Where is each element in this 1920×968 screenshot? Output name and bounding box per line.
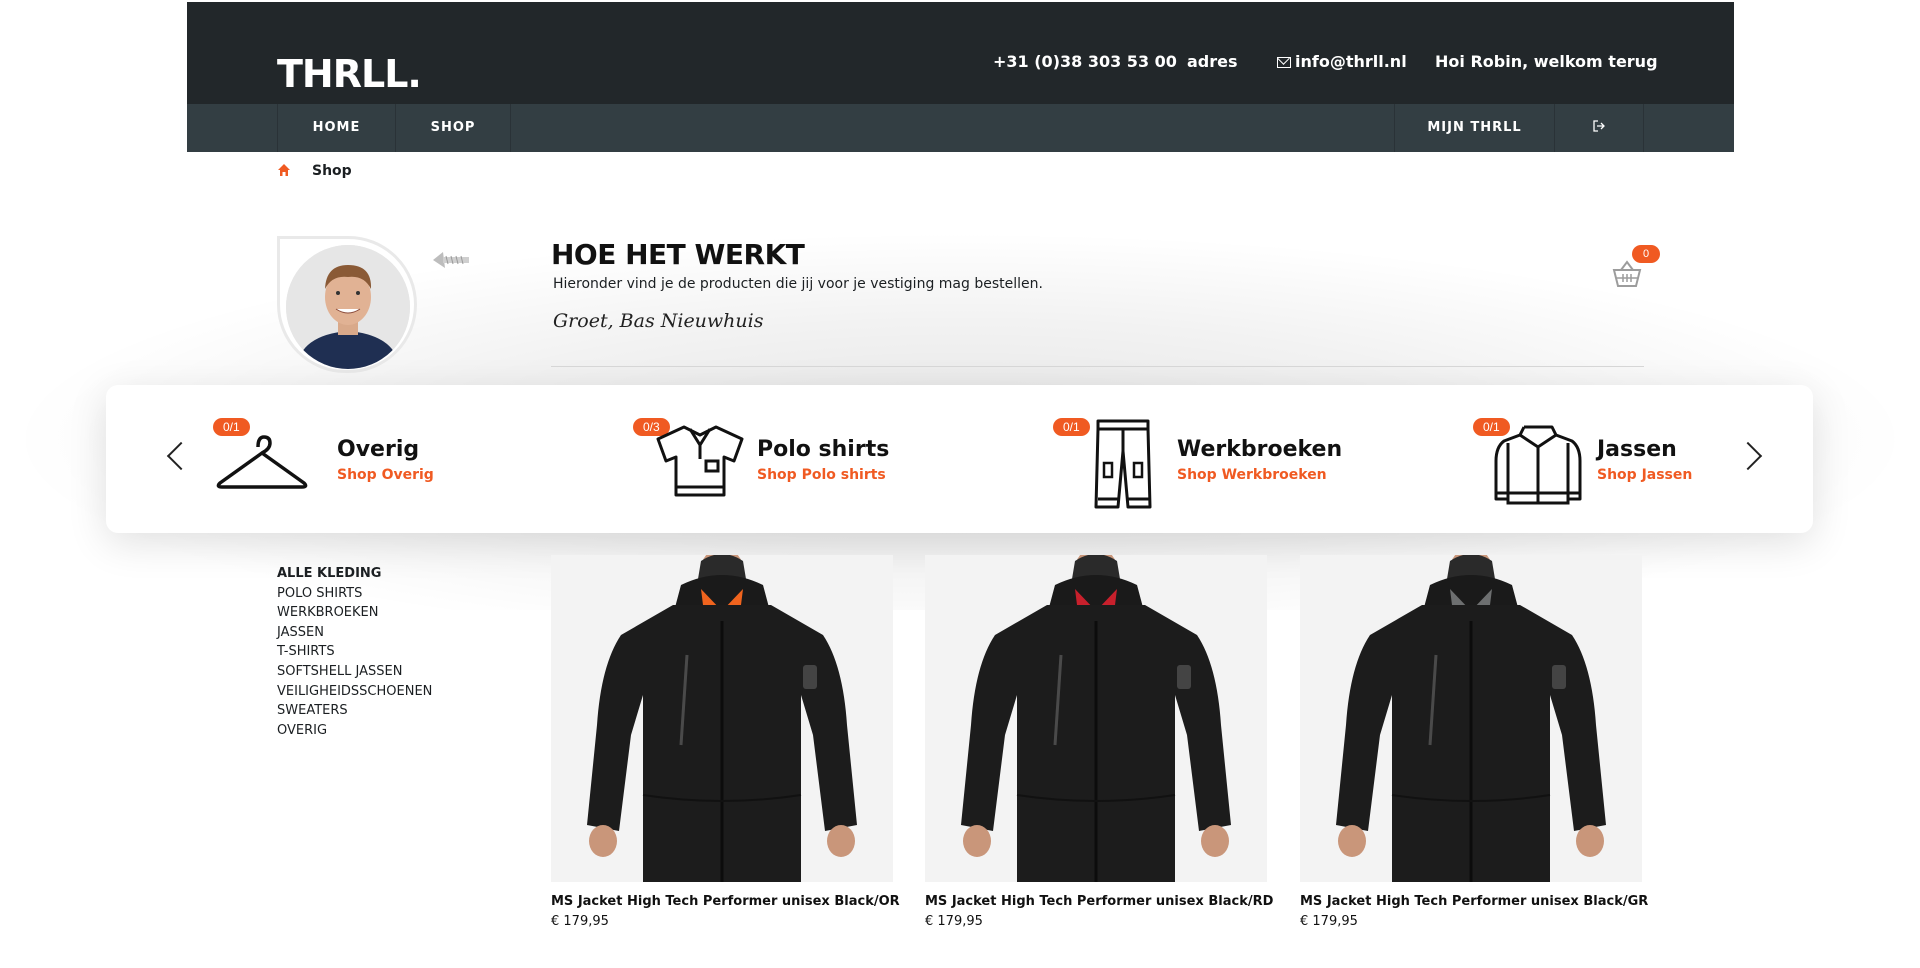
top-header: THRLL. +31 (0)38 303 53 00 adres info@th… xyxy=(187,2,1734,104)
product-name[interactable]: MS Jacket High Tech Performer unisex Bla… xyxy=(551,894,900,909)
nav-shop[interactable]: SHOP xyxy=(395,104,511,152)
product-image[interactable] xyxy=(1300,555,1642,882)
product-card[interactable]: MS Jacket High Tech Performer unisex Bla… xyxy=(551,555,900,929)
filter-item-t-shirts[interactable]: T-SHIRTS xyxy=(277,642,432,662)
category-shop-link[interactable]: Shop Werkbroeken xyxy=(1177,467,1327,483)
category-carousel: 0/1 Overig Shop Overig 0/3 Polo shirts S… xyxy=(106,385,1813,533)
cart-count-badge: 0 xyxy=(1632,245,1660,263)
address-link[interactable]: adres xyxy=(1187,52,1238,71)
avatar xyxy=(286,245,410,369)
signature: Groet, Bas Nieuwhuis xyxy=(553,310,764,332)
nav-home[interactable]: HOME xyxy=(277,104,395,152)
carousel-prev-button[interactable] xyxy=(161,438,196,478)
product-price: € 179,95 xyxy=(551,914,609,929)
filter-item-polo-shirts[interactable]: POLO SHIRTS xyxy=(277,584,432,604)
filter-item-overig[interactable]: OVERIG xyxy=(277,721,432,741)
screw-icon xyxy=(433,252,469,268)
filter-item-softshell-jassen[interactable]: SOFTSHELL JASSEN xyxy=(277,662,432,682)
category-shop-link[interactable]: Shop Polo shirts xyxy=(757,467,886,483)
breadcrumb-current: Shop xyxy=(312,163,352,179)
logout-button[interactable] xyxy=(1554,104,1644,152)
site-logo[interactable]: THRLL. xyxy=(277,52,422,96)
hanger-icon xyxy=(216,435,308,489)
category-name: Werkbroeken xyxy=(1177,437,1343,462)
category-shop-link[interactable]: Shop Overig xyxy=(337,467,434,483)
logout-icon xyxy=(1593,120,1605,132)
page-subtitle: Hieronder vind je de producten die jij v… xyxy=(553,276,1043,292)
product-price: € 179,95 xyxy=(1300,914,1358,929)
product-price: € 179,95 xyxy=(925,914,983,929)
nav-account[interactable]: MIJN THRLL xyxy=(1394,104,1554,152)
category-name: Overig xyxy=(337,437,420,462)
category-werkbroeken[interactable]: 0/1 Werkbroeken Shop Werkbroeken xyxy=(1036,385,1376,533)
main-nav: HOME SHOP MIJN THRLL xyxy=(187,104,1734,152)
page-title: HOE HET WERKT xyxy=(551,238,805,271)
carousel-next-button[interactable] xyxy=(1733,438,1766,478)
polo-shirt-icon xyxy=(656,425,744,497)
filter-item-sweaters[interactable]: SWEATERS xyxy=(277,701,432,721)
category-name: Polo shirts xyxy=(757,437,890,462)
mail-icon xyxy=(1277,57,1291,68)
product-card[interactable]: MS Jacket High Tech Performer unisex Bla… xyxy=(1300,555,1648,929)
category-shop-link[interactable]: Shop Jassen xyxy=(1597,467,1692,483)
filter-item-werkbroeken[interactable]: WERKBROEKEN xyxy=(277,603,432,623)
chevron-left-icon xyxy=(166,441,196,471)
category-polo-shirts[interactable]: 0/3 Polo shirts Shop Polo shirts xyxy=(616,385,936,533)
trousers-icon xyxy=(1094,419,1152,509)
product-name[interactable]: MS Jacket High Tech Performer unisex Bla… xyxy=(925,894,1273,909)
product-image[interactable] xyxy=(551,555,893,882)
category-count-badge: 0/1 xyxy=(1053,418,1090,436)
divider xyxy=(551,366,1644,367)
category-filter-list: ALLE KLEDING POLO SHIRTS WERKBROEKEN JAS… xyxy=(277,564,432,740)
email-text: info@thrll.nl xyxy=(1295,52,1407,71)
product-image[interactable] xyxy=(925,555,1267,882)
jacket-icon xyxy=(1494,425,1582,505)
filter-item-veiligheidsschoenen[interactable]: VEILIGHEIDSSCHOENEN xyxy=(277,682,432,702)
home-icon[interactable] xyxy=(277,163,291,177)
product-card[interactable]: MS Jacket High Tech Performer unisex Bla… xyxy=(925,555,1273,929)
filter-item-alle-kleding[interactable]: ALLE KLEDING xyxy=(277,564,432,584)
user-greeting: Hoi Robin, welkom terug xyxy=(1435,52,1658,71)
filter-item-jassen[interactable]: JASSEN xyxy=(277,623,432,643)
phone-number[interactable]: +31 (0)38 303 53 00 xyxy=(993,52,1177,71)
category-overig[interactable]: 0/1 Overig Shop Overig xyxy=(196,385,496,533)
category-jassen[interactable]: 0/1 Jassen Shop Jassen xyxy=(1456,385,1756,533)
category-name: Jassen xyxy=(1597,437,1677,462)
email-link[interactable]: info@thrll.nl xyxy=(1277,52,1407,71)
chevron-right-icon xyxy=(1733,441,1763,471)
avatar-frame xyxy=(277,236,417,373)
product-name[interactable]: MS Jacket High Tech Performer unisex Bla… xyxy=(1300,894,1648,909)
